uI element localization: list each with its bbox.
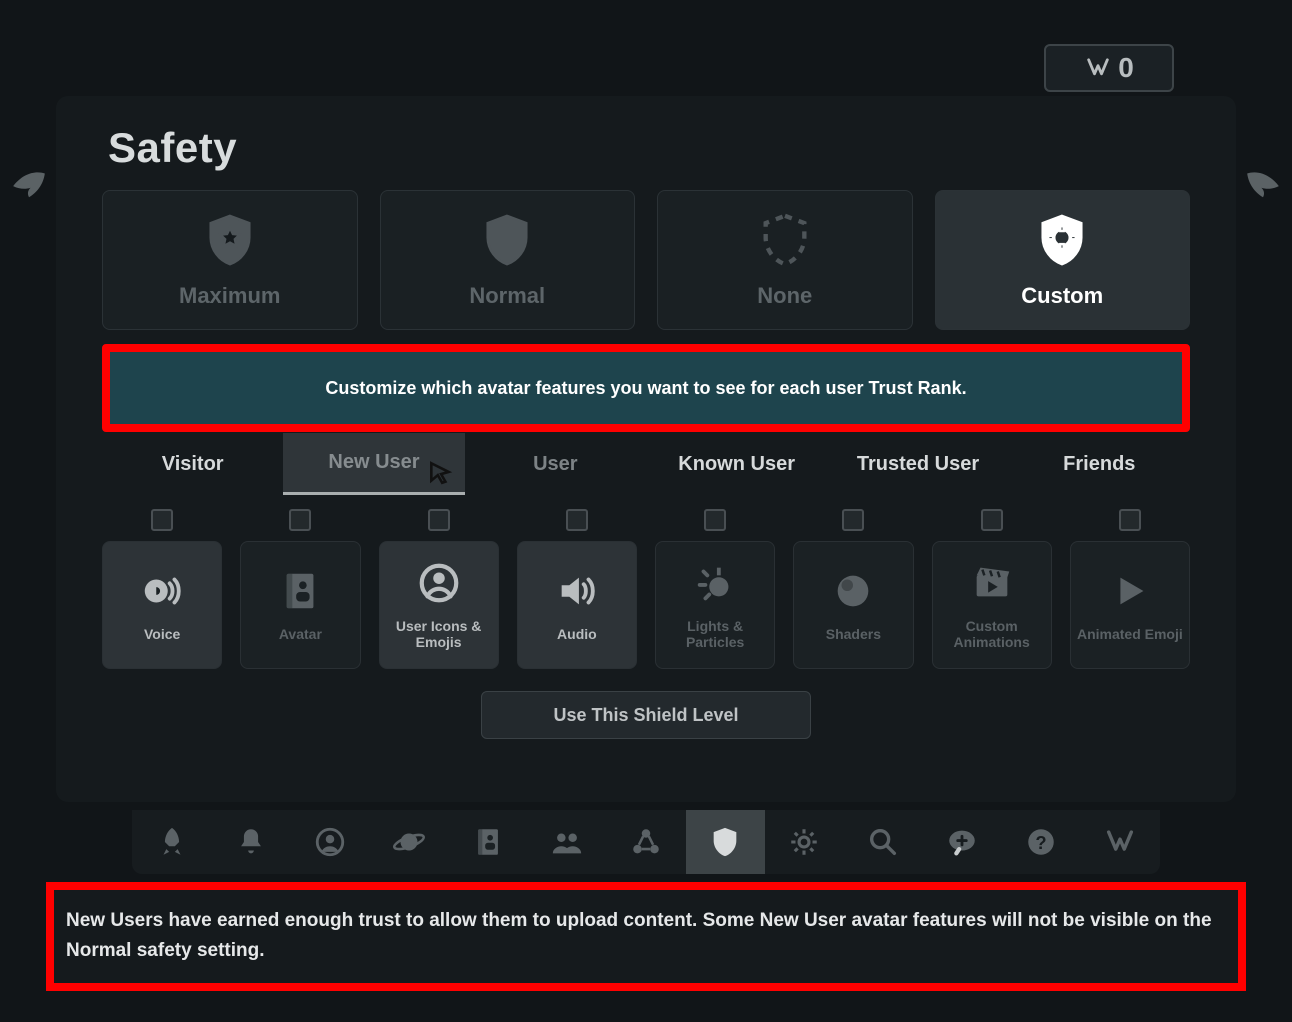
shield-star-icon <box>201 211 259 269</box>
level-normal[interactable]: Normal <box>380 190 636 330</box>
search-icon <box>866 825 900 859</box>
rank-tab-new-user[interactable]: New User <box>283 433 464 495</box>
level-description: Customize which avatar features you want… <box>110 352 1182 424</box>
feature-user-icons-emojis[interactable]: User Icons & Emojis <box>379 541 499 669</box>
feature-avatar-checkbox[interactable] <box>289 509 311 531</box>
help-icon <box>1024 825 1058 859</box>
voice-icon <box>139 568 185 614</box>
user-circle-icon <box>416 560 462 606</box>
currency-badge[interactable]: 0 <box>1044 44 1174 92</box>
user-icon <box>313 825 347 859</box>
feature-custom-animations[interactable]: Custom Animations <box>932 541 1052 669</box>
feature-aemoji-checkbox[interactable] <box>1119 509 1141 531</box>
play-icon <box>1107 568 1153 614</box>
panel-title: Safety <box>102 96 1190 190</box>
gear-icon <box>787 825 821 859</box>
rank-tab-visitor[interactable]: Visitor <box>102 433 283 495</box>
toolbar-alerts[interactable] <box>211 810 290 874</box>
shield-dashed-icon <box>756 211 814 269</box>
toolbar-worlds[interactable] <box>369 810 448 874</box>
book-icon <box>471 825 505 859</box>
clapper-icon <box>969 560 1015 606</box>
level-label: Custom <box>1021 283 1103 309</box>
rank-tab-friends[interactable]: Friends <box>1009 433 1190 495</box>
toolbar-avatars[interactable] <box>448 810 527 874</box>
rank-tab-known-user[interactable]: Known User <box>646 433 827 495</box>
toolbar-vrchat[interactable] <box>1081 810 1160 874</box>
logo-icon <box>1103 825 1137 859</box>
shield-icon <box>478 211 536 269</box>
feature-animated-emoji[interactable]: Animated Emoji <box>1070 541 1190 669</box>
toolbar-search[interactable] <box>844 810 923 874</box>
level-description-highlight: Customize which avatar features you want… <box>102 344 1190 432</box>
level-none[interactable]: None <box>657 190 913 330</box>
safety-panel: Safety Maximum Normal None Custom Custom… <box>56 96 1236 802</box>
footer-text: New Users have earned enough trust to al… <box>66 906 1226 967</box>
level-label: Maximum <box>179 283 280 309</box>
feature-audio[interactable]: Audio <box>517 541 637 669</box>
feature-usericons-checkbox[interactable] <box>428 509 450 531</box>
chat-plus-icon <box>945 825 979 859</box>
wing-right-icon <box>1240 164 1286 202</box>
avatar-book-icon <box>277 568 323 614</box>
footer-highlight: New Users have earned enough trust to al… <box>46 882 1246 991</box>
toolbar-chat[interactable] <box>923 810 1002 874</box>
rank-tab-user[interactable]: User <box>465 433 646 495</box>
toolbar-profile[interactable] <box>290 810 369 874</box>
feature-lights-particles[interactable]: Lights & Particles <box>655 541 775 669</box>
rocket-icon <box>155 825 189 859</box>
bell-icon <box>234 825 268 859</box>
feature-usericons-col: User Icons & Emojis <box>379 509 499 669</box>
feature-avatar[interactable]: Avatar <box>240 541 360 669</box>
bottom-toolbar <box>132 810 1160 874</box>
nodes-icon <box>629 825 663 859</box>
toolbar-social[interactable] <box>527 810 606 874</box>
feature-voice-col: Voice <box>102 509 222 669</box>
feature-shaders[interactable]: Shaders <box>793 541 913 669</box>
toolbar-launch[interactable] <box>132 810 211 874</box>
group-icon <box>550 825 584 859</box>
shield-gear-icon <box>1033 211 1091 269</box>
rank-tabs: Visitor New User User Known User Trusted… <box>102 432 1190 495</box>
feature-shaders-col: Shaders <box>793 509 913 669</box>
rank-tab-trusted-user[interactable]: Trusted User <box>827 433 1008 495</box>
toolbar-network[interactable] <box>606 810 685 874</box>
feature-avatar-col: Avatar <box>240 509 360 669</box>
level-label: Normal <box>469 283 545 309</box>
planet-icon <box>392 825 426 859</box>
safety-level-row: Maximum Normal None Custom <box>102 190 1190 330</box>
use-shield-button[interactable]: Use This Shield Level <box>481 691 811 739</box>
feature-anim-checkbox[interactable] <box>981 509 1003 531</box>
feature-anim-col: Custom Animations <box>932 509 1052 669</box>
sphere-icon <box>830 568 876 614</box>
level-maximum[interactable]: Maximum <box>102 190 358 330</box>
toolbar-help[interactable] <box>1002 810 1081 874</box>
level-custom[interactable]: Custom <box>935 190 1191 330</box>
feature-voice-checkbox[interactable] <box>151 509 173 531</box>
toolbar-settings[interactable] <box>765 810 844 874</box>
shield-icon <box>708 825 742 859</box>
feature-grid: Voice Avatar User Icons & Emojis Audio <box>102 509 1190 669</box>
sparkle-icon <box>692 560 738 606</box>
feature-audio-col: Audio <box>517 509 637 669</box>
logo-icon <box>1084 54 1112 82</box>
feature-voice[interactable]: Voice <box>102 541 222 669</box>
currency-value: 0 <box>1118 52 1134 84</box>
cursor-icon <box>427 460 453 486</box>
level-label: None <box>757 283 812 309</box>
toolbar-safety[interactable] <box>686 810 765 874</box>
wing-left-icon <box>6 164 52 202</box>
feature-lights-checkbox[interactable] <box>704 509 726 531</box>
feature-lights-col: Lights & Particles <box>655 509 775 669</box>
feature-shaders-checkbox[interactable] <box>842 509 864 531</box>
audio-icon <box>554 568 600 614</box>
feature-audio-checkbox[interactable] <box>566 509 588 531</box>
feature-aemoji-col: Animated Emoji <box>1070 509 1190 669</box>
